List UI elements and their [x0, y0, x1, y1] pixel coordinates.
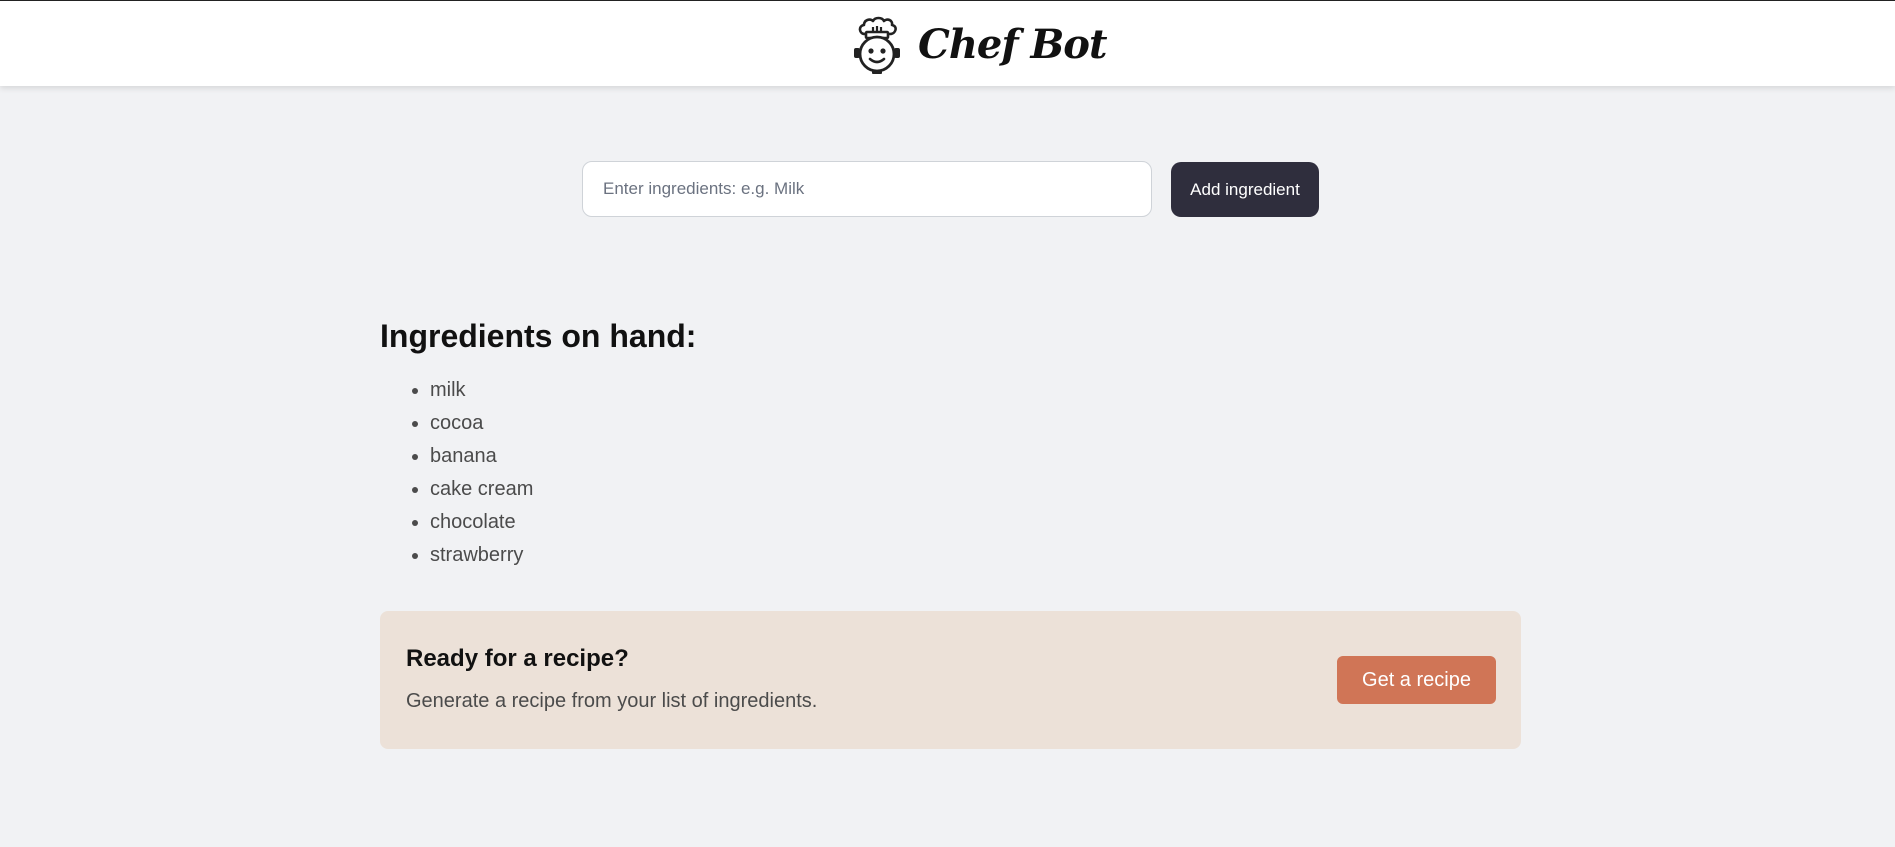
ingredient-item: cake cream — [430, 473, 533, 506]
app-title: Chef Bot — [918, 21, 1107, 68]
get-recipe-button[interactable]: Get a recipe — [1337, 656, 1496, 704]
ingredient-item: milk — [430, 374, 533, 407]
ingredient-item: banana — [430, 440, 533, 473]
recipe-card-title: Ready for a recipe? — [406, 645, 629, 672]
ingredient-item: cocoa — [430, 407, 533, 440]
ingredient-item: strawberry — [430, 539, 533, 572]
ingredient-item: chocolate — [430, 506, 533, 539]
ingredients-heading: Ingredients on hand: — [380, 318, 697, 354]
recipe-card: Ready for a recipe? Generate a recipe fr… — [380, 611, 1521, 749]
chef-robot-icon — [854, 16, 900, 74]
brand: Chef Bot — [852, 15, 1107, 75]
app-header: Chef Bot — [0, 0, 1895, 86]
ingredient-input[interactable] — [582, 161, 1152, 217]
ingredient-list: milk cocoa banana cake cream chocolate s… — [380, 374, 533, 572]
add-ingredient-button[interactable]: Add ingredient — [1171, 162, 1319, 217]
recipe-card-description: Generate a recipe from your list of ingr… — [406, 690, 818, 712]
